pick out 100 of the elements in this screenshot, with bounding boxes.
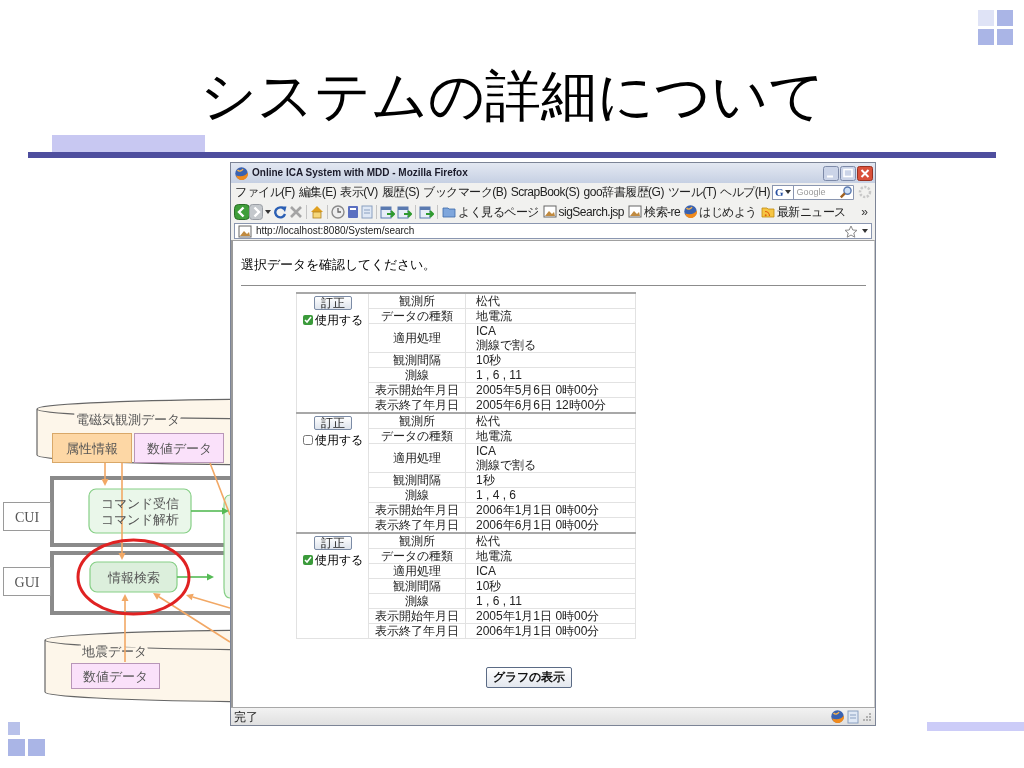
field-value: 1 , 6 , 11 [465,593,636,609]
field-label: 表示開始年月日 [368,502,466,518]
data-box: 数値データ [71,663,160,689]
engine-selector[interactable]: G [771,184,795,200]
corner-squares-drawing [978,10,1014,46]
field-label: 表示開始年月日 [368,382,466,398]
field-label: 適用処理 [368,323,466,353]
arrow [101,462,109,486]
corner-squares-drawing [8,722,46,758]
correct-button[interactable]: 訂正 [313,296,352,310]
minimize-icon[interactable] [823,165,839,181]
menu-item[interactable]: goo辞書履歴(G) [581,185,666,199]
field-label: 適用処理 [368,443,466,473]
field-label: 観測所 [368,413,466,429]
address-field[interactable]: http://localhost:8080/System/search [234,223,872,239]
bookmark-item[interactable]: sigSearch.jsp [541,204,626,219]
field-label: 表示開始年月日 [368,608,466,624]
field-value: 地電流 [465,308,636,324]
show-graph-button[interactable]: グラフの表示 [486,667,572,688]
field-value: 地電流 [465,548,636,564]
bookmark-item[interactable]: 最新ニュース [759,204,847,219]
menu-item[interactable]: 表示(V) [338,185,380,199]
menu-item[interactable]: ScrapBook(S) [508,185,582,199]
field-label: 観測所 [368,533,466,549]
use-checkbox[interactable] [302,435,313,445]
field-value: 地電流 [465,428,636,444]
resize-grip-icon [862,711,872,722]
field-value: 1秒 [465,472,636,488]
field-label: データの種類 [368,548,466,564]
field-value: 1 , 4 , 6 [465,487,636,503]
picture-icon [628,205,643,218]
field-value: ICA 測線で割る [465,443,636,473]
picture-icon [542,205,557,218]
field-value: 松代 [465,413,636,429]
status-text: 完了 [234,709,258,724]
picture-icon [238,224,252,238]
database-label: 地震データ [81,643,147,659]
slide-title: システムの詳細について [199,64,825,128]
use-checkbox[interactable] [302,555,313,565]
use-checkbox[interactable] [302,315,313,325]
data-box: 数値データ [134,433,224,463]
bookmark-item[interactable]: 検索-re [627,204,682,219]
arrow [190,507,229,515]
field-value: 10秒 [465,578,636,594]
field-label: 測線 [368,593,466,609]
layer-label: GUI [14,574,40,590]
checkbox-label: 使用する [314,553,363,567]
menu-item[interactable]: 履歴(S) [379,185,422,199]
correct-button[interactable]: 訂正 [313,416,352,430]
search-field[interactable]: Google [794,184,839,200]
globe-icon [684,205,698,218]
field-label: 観測間隔 [368,578,466,594]
menu-item[interactable]: ヘルプ(H) [718,185,772,199]
back-icon[interactable] [234,203,250,220]
caret-icon [785,190,792,194]
field-value: 2005年5月6日 0時00分 [465,382,636,398]
clock-icon[interactable] [331,204,345,219]
field-label: データの種類 [368,308,466,324]
maximize-icon[interactable] [840,165,856,181]
layer-tag [3,502,51,531]
data-box: 属性情報 [52,433,132,463]
star-icon[interactable] [844,224,858,238]
arrow [176,573,214,581]
field-label: データの種類 [368,428,466,444]
menu-item[interactable]: ツール(T) [665,185,719,199]
search-icon[interactable] [838,184,855,200]
field-label: 観測間隔 [368,352,466,368]
field-value: ICA [465,563,636,579]
book-icon[interactable] [347,204,359,219]
field-value: 松代 [465,293,636,309]
field-label: 表示終了年月日 [368,623,466,639]
reload-icon[interactable] [273,204,287,219]
folder-icon [442,205,456,218]
checkbox-label: 使用する [314,433,363,447]
module-label: 情報検索 [107,569,160,585]
connector-line [209,462,230,516]
bookmark-item[interactable]: はじめよう [683,204,758,219]
field-value: 1 , 6 , 11 [465,367,636,383]
caret-icon[interactable] [862,229,868,233]
menu-item[interactable]: ブックマーク(B) [421,185,509,199]
arrow [121,594,129,663]
menu-item[interactable]: 編集(E) [296,185,339,199]
menu-item[interactable]: ファイル(F) [233,185,297,199]
window-title: Online ICA System with MDD - Mozilla Firefox [252,166,468,180]
field-label: 測線 [368,367,466,383]
layer-label: CUI [14,509,40,525]
caret-icon[interactable] [265,209,271,214]
spinner-icon [858,185,873,199]
field-label: 適用処理 [368,563,466,579]
close-icon[interactable] [857,165,873,181]
layer-tag [3,567,51,596]
bookmark-item[interactable]: よく見るページ [441,204,540,219]
field-value: 10秒 [465,352,636,368]
feed-folder-icon [760,205,775,218]
home-icon[interactable] [310,204,324,219]
field-value: 松代 [465,533,636,549]
correct-button[interactable]: 訂正 [313,536,352,550]
globe-icon[interactable] [831,710,844,723]
page-heading: 選択データを確認してください。 [241,256,437,273]
more-bookmarks-button[interactable]: » [857,204,872,219]
